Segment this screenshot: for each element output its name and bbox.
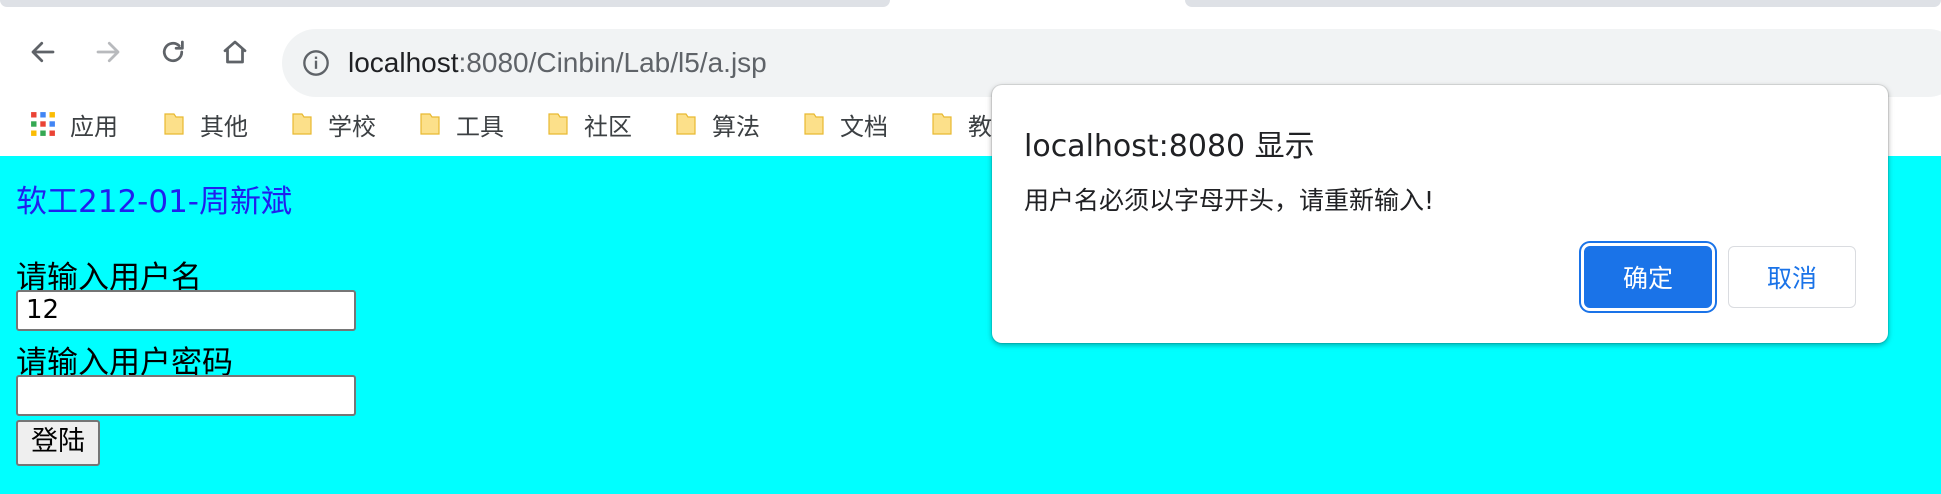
bookmark-label: 文档	[840, 112, 888, 141]
home-button[interactable]	[215, 32, 255, 72]
forward-button[interactable]	[88, 32, 128, 72]
url-host: localhost	[348, 47, 459, 78]
cancel-button[interactable]: 取消	[1728, 246, 1856, 308]
alert-dialog: localhost:8080 显示 用户名必须以字母开头，请重新输入! 确定 取…	[992, 85, 1888, 343]
reload-icon	[162, 40, 184, 63]
bookmark-folder-tools[interactable]: 工具	[418, 102, 504, 146]
bookmark-label: 教	[968, 112, 992, 141]
bookmark-label: 学校	[328, 112, 376, 141]
dialog-title: localhost:8080 显示	[1024, 129, 1315, 164]
tab-strip	[0, 0, 1941, 14]
apps-grid-icon	[31, 112, 55, 136]
browser-toolbar: localhost:8080/Cinbin/Lab/l5/a.jsp	[0, 14, 1941, 97]
bookmark-folder-school[interactable]: 学校	[290, 102, 376, 146]
bookmark-folder-other[interactable]: 其他	[162, 102, 248, 146]
folder-icon	[676, 113, 696, 135]
folder-icon	[292, 113, 312, 135]
bookmark-label: 其他	[200, 112, 248, 141]
login-button[interactable]: 登陆	[16, 420, 100, 466]
tab-inactive-left[interactable]	[0, 0, 890, 7]
bookmark-folder-teaching[interactable]: 教	[930, 102, 992, 146]
ok-button[interactable]: 确定	[1584, 246, 1712, 308]
site-info-icon[interactable]	[302, 49, 330, 77]
tab-inactive-right[interactable]	[1185, 0, 1941, 7]
folder-icon	[420, 113, 440, 135]
folder-icon	[164, 113, 184, 135]
bookmark-folder-community[interactable]: 社区	[546, 102, 632, 146]
bookmark-folder-docs[interactable]: 文档	[802, 102, 888, 146]
reload-button[interactable]	[153, 32, 193, 72]
bookmark-label: 算法	[712, 112, 760, 141]
page-heading: 软工212-01-周新斌	[16, 184, 292, 220]
bookmark-folder-algorithms[interactable]: 算法	[674, 102, 760, 146]
arrow-left-icon	[31, 41, 55, 63]
dialog-message: 用户名必须以字母开头，请重新输入!	[1024, 186, 1435, 215]
folder-icon	[804, 113, 824, 135]
folder-icon	[932, 113, 952, 135]
home-icon	[223, 40, 247, 64]
url-text[interactable]: localhost:8080/Cinbin/Lab/l5/a.jsp	[348, 43, 767, 83]
bookmark-label: 应用	[70, 112, 118, 141]
arrow-right-icon	[96, 41, 120, 63]
bookmark-label: 社区	[584, 112, 632, 141]
url-path: :8080/Cinbin/Lab/l5/a.jsp	[458, 47, 767, 78]
folder-icon	[548, 113, 568, 135]
bookmark-apps[interactable]: 应用	[30, 102, 118, 146]
bookmark-label: 工具	[456, 112, 504, 141]
username-input[interactable]: 12	[16, 290, 356, 331]
password-input[interactable]	[16, 375, 356, 416]
username-value: 12	[26, 295, 60, 325]
back-button[interactable]	[23, 32, 63, 72]
